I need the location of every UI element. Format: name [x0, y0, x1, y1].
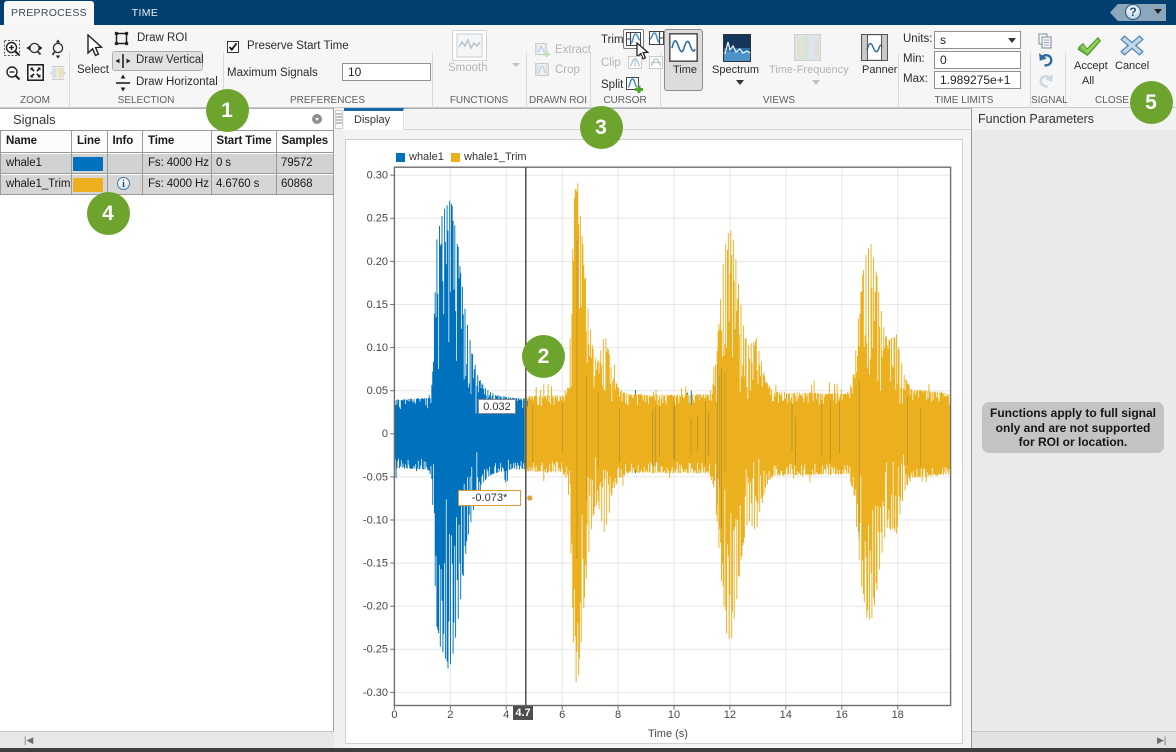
- svg-text:18: 18: [892, 709, 904, 721]
- svg-text:10: 10: [668, 709, 680, 721]
- svg-text:-0.10: -0.10: [363, 514, 388, 526]
- svg-text:4: 4: [503, 709, 509, 721]
- svg-text:Time (s): Time (s): [648, 728, 688, 740]
- svg-text:0: 0: [391, 709, 397, 721]
- svg-text:0.15: 0.15: [367, 299, 388, 311]
- svg-text:0.20: 0.20: [367, 256, 388, 268]
- svg-text:16: 16: [836, 709, 848, 721]
- svg-text:-0.30: -0.30: [363, 687, 388, 699]
- svg-text:0.25: 0.25: [367, 213, 388, 225]
- svg-text:-0.05: -0.05: [363, 471, 388, 483]
- svg-text:-0.25: -0.25: [363, 644, 388, 656]
- svg-text:8: 8: [615, 709, 621, 721]
- svg-text:0.10: 0.10: [367, 342, 388, 354]
- svg-text:12: 12: [724, 709, 736, 721]
- svg-text:-0.20: -0.20: [363, 601, 388, 613]
- svg-text:0: 0: [382, 428, 388, 440]
- svg-text:0.05: 0.05: [367, 385, 388, 397]
- svg-text:2: 2: [447, 709, 453, 721]
- svg-text:6: 6: [559, 709, 565, 721]
- svg-text:0.30: 0.30: [367, 170, 388, 182]
- svg-text:-0.15: -0.15: [363, 558, 388, 570]
- svg-text:14: 14: [780, 709, 792, 721]
